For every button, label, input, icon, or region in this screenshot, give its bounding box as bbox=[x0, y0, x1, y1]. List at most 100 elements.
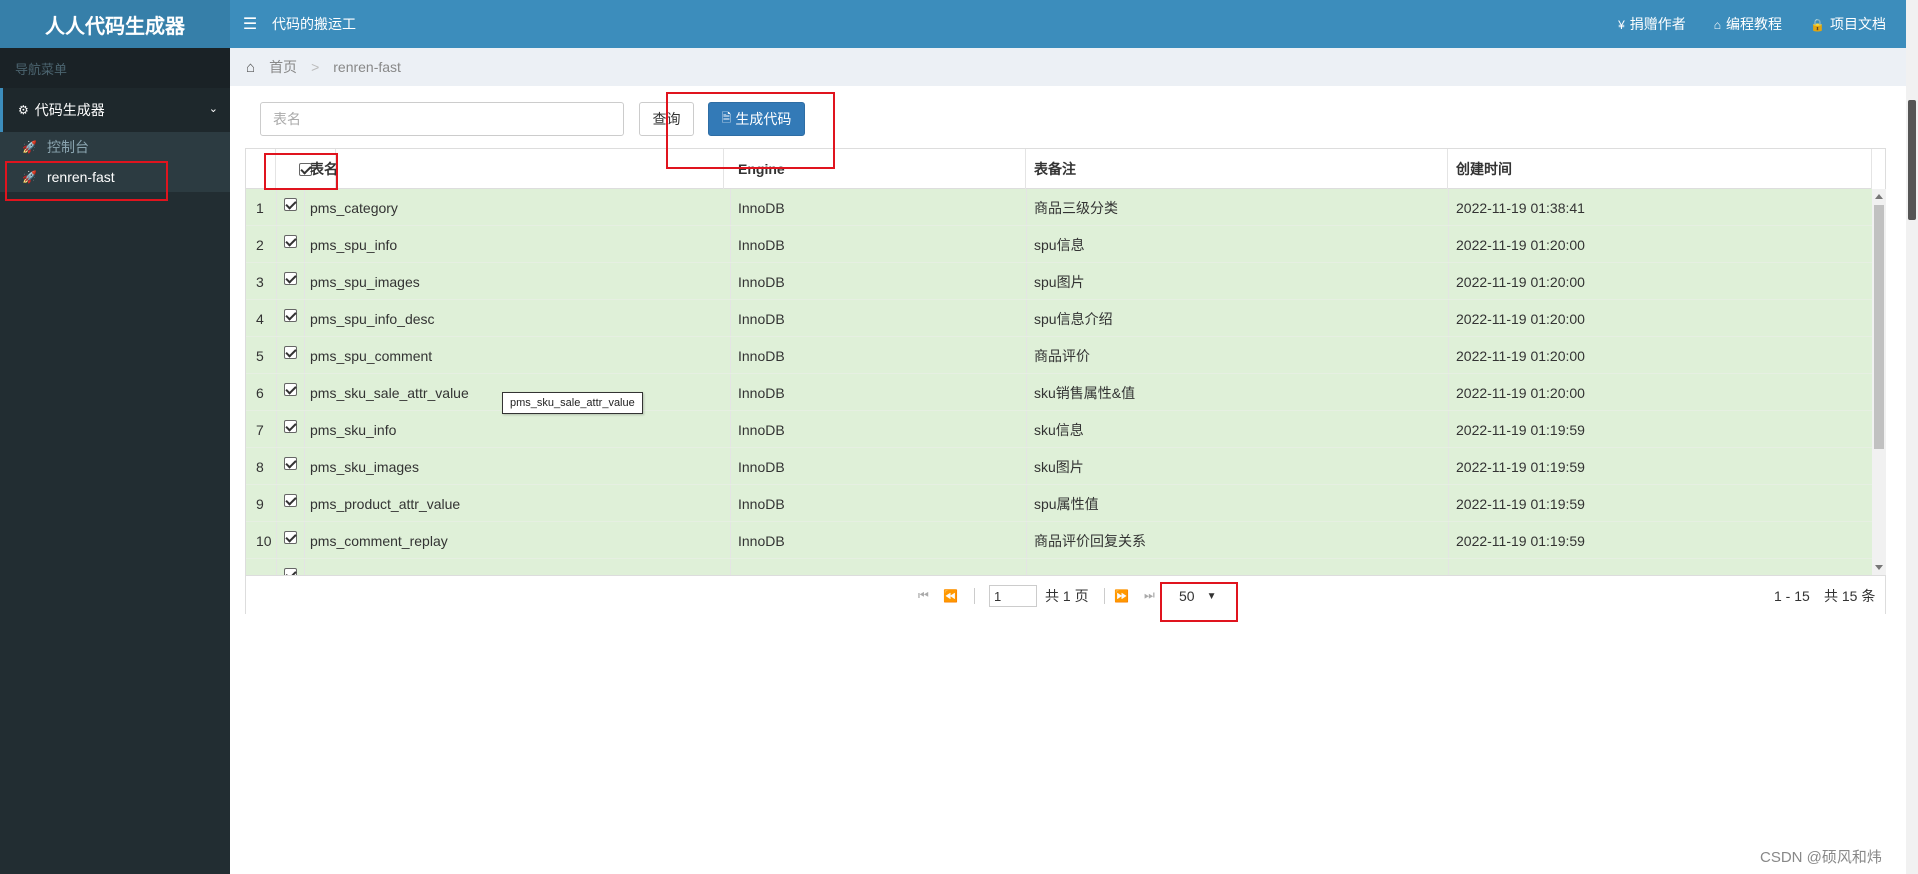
cell-table-name: pms_spu_info bbox=[310, 236, 398, 253]
row-number: 2 bbox=[256, 236, 264, 253]
cell-create-time: 2022-11-19 01:19:59 bbox=[1456, 458, 1585, 475]
cell-engine: InnoDB bbox=[738, 421, 785, 438]
table-grid: 表名 Engine 表备注 创建时间 1 pms_category InnoDB 商品… bbox=[245, 148, 1886, 614]
row-checkbox[interactable] bbox=[283, 457, 297, 470]
table-row[interactable]: 4 pms_spu_info_desc InnoDB spu信息介绍 2022-11-1… bbox=[246, 300, 1872, 337]
row-checkbox-cell bbox=[276, 189, 304, 226]
row-checkbox[interactable] bbox=[283, 531, 297, 544]
cell-engine: InnoDB bbox=[738, 495, 785, 512]
docs-link[interactable]: 🔒 项目文档 bbox=[1810, 14, 1886, 34]
row-checkbox[interactable] bbox=[283, 346, 297, 359]
prev-page-icon[interactable]: ⏪ bbox=[943, 576, 958, 615]
scroll-up-arrow-icon[interactable] bbox=[1875, 194, 1883, 199]
table-row[interactable]: 2 pms_spu_info InnoDB spu信息 2022-11-19 01:20… bbox=[246, 226, 1872, 263]
cell-engine bbox=[730, 559, 1026, 575]
row-checkbox[interactable] bbox=[283, 272, 297, 285]
pager: ⏮ ⏪ 1 共 1 页 ⏩ ⏭ 50 ▼ 1 - 15 共 15 条 bbox=[246, 575, 1885, 614]
cell-comment: sku图片 bbox=[1034, 458, 1084, 475]
gear-icon: ⚙ bbox=[18, 103, 29, 117]
lock-icon: 🔒 bbox=[1810, 18, 1825, 32]
page-number-input[interactable]: 1 bbox=[989, 585, 1037, 607]
page-scrollbar-thumb[interactable] bbox=[1908, 100, 1916, 220]
cell-comment: sku信息 bbox=[1034, 421, 1084, 438]
cell-create-time: 2022-11-19 01:20:00 bbox=[1456, 273, 1585, 290]
table-row[interactable]: 8 pms_sku_images InnoDB sku图片 2022-11-19 01:… bbox=[246, 448, 1872, 485]
row-checkbox[interactable] bbox=[283, 235, 297, 248]
cell-create-time: 2022-11-19 01:19:59 bbox=[1456, 532, 1585, 549]
cell-comment: sku销售属性&值 bbox=[1034, 384, 1136, 401]
table-row[interactable]: 10 pms_comment_replay InnoDB 商品评价回复关系 2022-1… bbox=[246, 522, 1872, 559]
donate-link[interactable]: ¥ 捐赠作者 bbox=[1618, 14, 1686, 34]
cell-table-name: pms_product_attr_value bbox=[310, 495, 461, 512]
app-logo[interactable]: 人人代码生成器 bbox=[0, 0, 230, 48]
column-header-create-time[interactable]: 创建时间 bbox=[1448, 149, 1872, 189]
cell-comment: 商品评价 bbox=[1034, 347, 1090, 364]
record-total: 共 15 条 bbox=[1824, 587, 1876, 604]
sidebar-item-console[interactable]: 🚀 控制台 bbox=[0, 132, 230, 162]
cell-comment: spu信息介绍 bbox=[1034, 310, 1113, 327]
home-icon[interactable]: ⌂ bbox=[246, 59, 255, 76]
table-scrollbar[interactable] bbox=[1872, 189, 1886, 575]
table-row[interactable]: 6 pms_sku_sale_attr_value InnoDB sku销售属性&值 2… bbox=[246, 374, 1872, 411]
page-scrollbar[interactable] bbox=[1906, 0, 1918, 874]
tutorial-link[interactable]: ⌂ 编程教程 bbox=[1714, 14, 1782, 34]
row-checkbox-cell bbox=[276, 263, 304, 300]
table-row[interactable] bbox=[246, 559, 1872, 575]
table-row[interactable]: 5 pms_spu_comment InnoDB 商品评价 2022-11-19 01:… bbox=[246, 337, 1872, 374]
cell-table-name bbox=[304, 559, 730, 575]
cell-engine: InnoDB bbox=[738, 532, 785, 549]
table-row[interactable]: 9 pms_product_attr_value InnoDB spu属性值 2022-… bbox=[246, 485, 1872, 522]
pager-divider bbox=[1104, 588, 1105, 604]
breadcrumb-home[interactable]: 首页 bbox=[269, 57, 297, 77]
cell-table-name: pms_comment_replay bbox=[310, 532, 448, 549]
cell-table-name: pms_sku_images bbox=[310, 458, 419, 475]
chevron-down-icon: ▼ bbox=[1206, 590, 1217, 602]
next-page-icon[interactable]: ⏩ bbox=[1114, 576, 1129, 615]
row-checkbox[interactable] bbox=[283, 494, 297, 507]
column-header-table-name[interactable]: 表名 bbox=[304, 149, 724, 189]
cell-engine: InnoDB bbox=[738, 384, 785, 401]
table-name-search-input[interactable] bbox=[260, 102, 624, 136]
cell-table-name: pms_spu_images bbox=[310, 273, 420, 290]
page-size-select[interactable]: 50 ▼ bbox=[1175, 585, 1233, 607]
table-scrollbar-thumb[interactable] bbox=[1874, 205, 1884, 449]
row-checkbox[interactable] bbox=[283, 383, 297, 396]
row-checkbox-cell bbox=[276, 411, 304, 448]
row-checkbox[interactable] bbox=[283, 568, 297, 575]
rocket-icon: 🚀 bbox=[22, 170, 37, 184]
last-page-icon[interactable]: ⏭ bbox=[1144, 576, 1155, 615]
query-button[interactable]: 查询 bbox=[639, 102, 694, 136]
breadcrumb: ⌂ 首页 > renren-fast bbox=[230, 48, 1906, 86]
watermark: CSDN @硕风和炜 bbox=[1760, 849, 1882, 866]
cell-table-name: pms_spu_info_desc bbox=[310, 310, 435, 327]
scroll-down-arrow-icon[interactable] bbox=[1875, 565, 1883, 570]
table-header: 表名 Engine 表备注 创建时间 bbox=[246, 149, 1872, 189]
row-number: 8 bbox=[256, 458, 264, 475]
row-number: 10 bbox=[256, 532, 272, 549]
row-checkbox-cell bbox=[276, 337, 304, 374]
cell-create-time: 2022-11-19 01:20:00 bbox=[1456, 384, 1585, 401]
table-body: 1 pms_category InnoDB 商品三级分类 2022-11-19 01:3… bbox=[246, 189, 1872, 575]
generate-code-button[interactable]: 🗎 生成代码 bbox=[708, 102, 805, 136]
menu-toggle-icon[interactable]: ☰ bbox=[230, 14, 270, 34]
cell-comment: spu信息 bbox=[1034, 236, 1085, 253]
breadcrumb-current: renren-fast bbox=[333, 59, 401, 75]
first-page-icon[interactable]: ⏮ bbox=[918, 576, 929, 615]
table-row[interactable]: 1 pms_category InnoDB 商品三级分类 2022-11-19 01:3… bbox=[246, 189, 1872, 226]
cell-create-time: 2022-11-19 01:38:41 bbox=[1456, 199, 1585, 216]
row-checkbox-cell bbox=[276, 448, 304, 485]
table-row[interactable]: 7 pms_sku_info InnoDB sku信息 2022-11-19 01:19… bbox=[246, 411, 1872, 448]
row-checkbox[interactable] bbox=[283, 198, 297, 211]
row-checkbox[interactable] bbox=[283, 420, 297, 433]
record-range: 1 - 15 bbox=[1774, 587, 1810, 604]
table-row[interactable]: 3 pms_spu_images InnoDB spu图片 2022-11-19 01:… bbox=[246, 263, 1872, 300]
sidebar-item-code-generator[interactable]: ⚙ 代码生成器 ⌄ bbox=[0, 88, 230, 132]
sidebar-item-label: renren-fast bbox=[46, 169, 115, 185]
row-checkbox[interactable] bbox=[283, 309, 297, 322]
column-header-comment[interactable]: 表备注 bbox=[1026, 149, 1448, 189]
cell-engine: InnoDB bbox=[738, 199, 785, 216]
sidebar-item-renren-fast[interactable]: 🚀 renren-fast bbox=[0, 162, 230, 192]
home-icon: ⌂ bbox=[1713, 18, 1722, 32]
row-checkbox-cell bbox=[276, 559, 304, 575]
column-header-engine[interactable]: Engine bbox=[730, 149, 1026, 189]
